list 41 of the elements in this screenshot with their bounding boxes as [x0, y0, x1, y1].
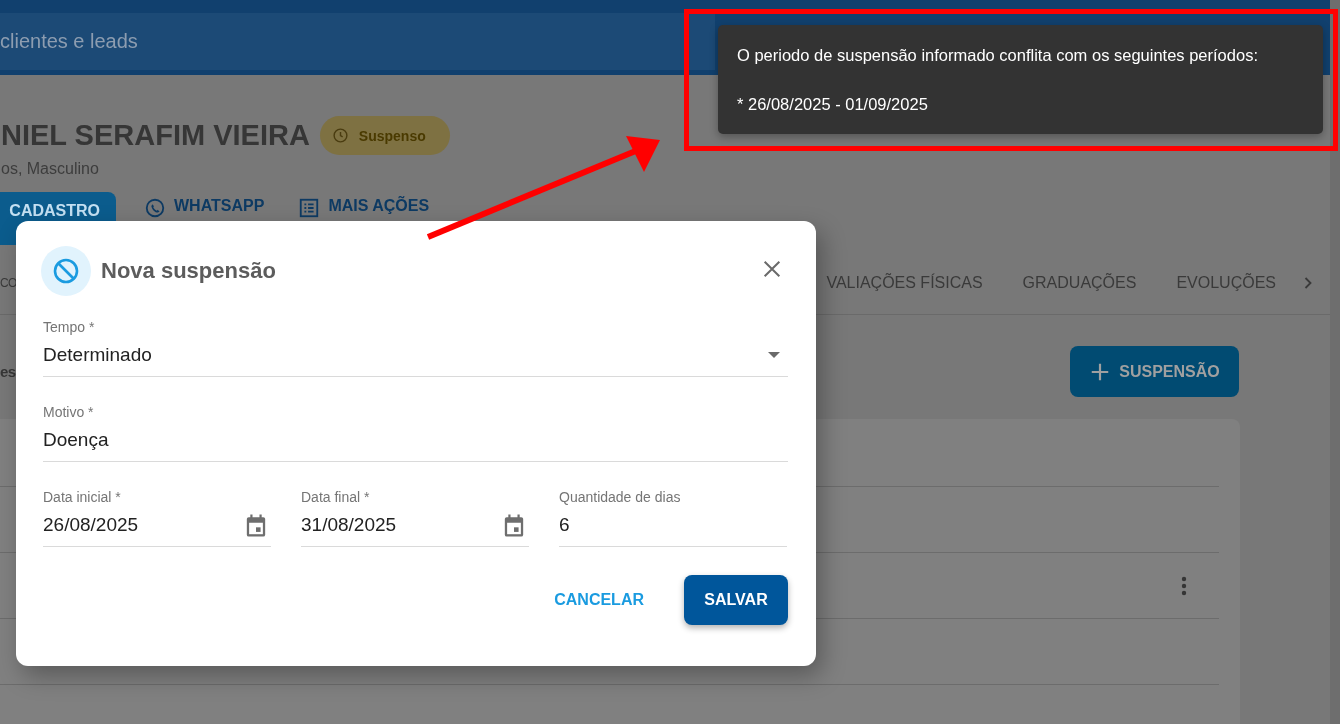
- status-chip: Suspenso: [319, 116, 450, 155]
- scrollbar[interactable]: [1330, 0, 1340, 724]
- clock-icon: [331, 127, 349, 144]
- save-button[interactable]: SALVAR: [684, 575, 788, 625]
- tab[interactable]: VALIAÇÕES FÍSICAS: [826, 274, 983, 292]
- dialog-title: Nova suspensão: [101, 258, 277, 284]
- search-field[interactable]: clientes e leads: [0, 13, 715, 70]
- field-label: Tempo *: [43, 319, 96, 335]
- form-field[interactable]: Quantidade de dias 6: [559, 489, 787, 547]
- client-name: NIEL SERAFIM VIEIRA: [1, 119, 310, 152]
- dropdown-caret-icon: [768, 352, 780, 358]
- section-title: es: [0, 363, 16, 380]
- form-field[interactable]: Data final * 31/08/2025: [301, 489, 529, 547]
- field-label: Quantidade de dias: [559, 489, 682, 505]
- field-label: Data inicial *: [43, 489, 122, 505]
- action-button[interactable]: WHATSAPP: [138, 192, 271, 225]
- more-icon[interactable]: [1181, 575, 1187, 596]
- field-value: 26/08/2025: [43, 514, 139, 536]
- snackbar-message: * 26/08/2025 - 01/09/2025: [737, 94, 929, 114]
- form-field[interactable]: Data inicial * 26/08/2025: [43, 489, 271, 547]
- tab[interactable]: GRADUAÇÕES: [1022, 274, 1137, 292]
- field-value: 6: [559, 514, 570, 536]
- block-icon: [41, 246, 91, 296]
- add-suspension-button[interactable]: SUSPENSÃO: [1070, 346, 1239, 397]
- client-details: os, Masculino: [1, 160, 100, 178]
- field-value: 31/08/2025: [301, 514, 397, 536]
- cancel-button[interactable]: CANCELAR: [552, 583, 646, 617]
- list-icon: [298, 197, 321, 219]
- field-value: Doença: [43, 429, 109, 451]
- close-icon[interactable]: [761, 258, 783, 280]
- calendar-icon[interactable]: [245, 512, 267, 538]
- phone-icon: [144, 197, 166, 219]
- field-label: Data final *: [301, 489, 371, 505]
- action-button[interactable]: MAIS AÇÕES: [292, 192, 436, 225]
- calendar-icon[interactable]: [503, 512, 525, 538]
- field-label: Motivo *: [43, 404, 95, 420]
- snackbar-message: O periodo de suspensão informado conflita com os seguintes períodos:: [737, 45, 1259, 65]
- tab[interactable]: EVOLUÇÕES: [1176, 274, 1276, 292]
- form-field[interactable]: Tempo * Determinado: [43, 319, 788, 377]
- form-field[interactable]: Motivo * Doença: [43, 404, 788, 462]
- field-value: Determinado: [43, 344, 152, 366]
